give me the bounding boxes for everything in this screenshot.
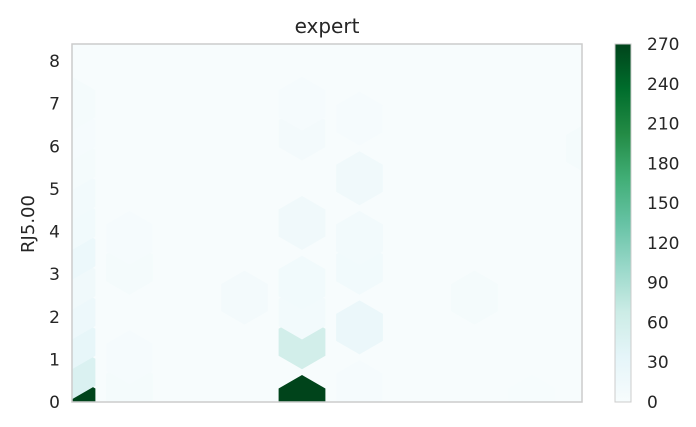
y-tick-label: 7 xyxy=(49,95,60,115)
y-axis-ticks: 0 1 2 3 4 5 6 7 8 xyxy=(49,52,60,413)
y-axis-label: RJ5.00 xyxy=(18,195,39,253)
colorbar-ticks: 0 30 60 90 120 150 180 210 240 270 xyxy=(647,35,679,413)
colorbar-tick-label: 60 xyxy=(647,313,669,333)
colorbar-tick-label: 270 xyxy=(647,35,679,55)
y-tick-label: 2 xyxy=(49,308,60,328)
y-tick-label: 5 xyxy=(49,180,60,200)
y-tick-label: 3 xyxy=(49,265,60,285)
colorbar xyxy=(614,43,632,403)
colorbar-tick-label: 120 xyxy=(647,234,679,254)
y-tick-label: 0 xyxy=(49,393,60,413)
colorbar-tick-label: 240 xyxy=(647,75,679,95)
colorbar-tick-label: 150 xyxy=(647,194,679,214)
chart-title: expert xyxy=(295,14,360,38)
y-tick-label: 1 xyxy=(49,350,60,370)
colorbar-tick-label: 90 xyxy=(647,274,669,294)
colorbar-tick-label: 210 xyxy=(647,115,679,135)
y-tick-label: 6 xyxy=(49,137,60,157)
colorbar-tick-label: 30 xyxy=(647,353,669,373)
colorbar-tick-label: 180 xyxy=(647,154,679,174)
colorbar-tick-label: 0 xyxy=(647,393,658,413)
hexbin-chart: expert RJ5.00 0 1 2 3 4 5 6 7 8 0 30 60 90 120 150 180… xyxy=(18,14,679,413)
y-tick-label: 8 xyxy=(49,52,60,72)
y-tick-label: 4 xyxy=(49,223,60,243)
